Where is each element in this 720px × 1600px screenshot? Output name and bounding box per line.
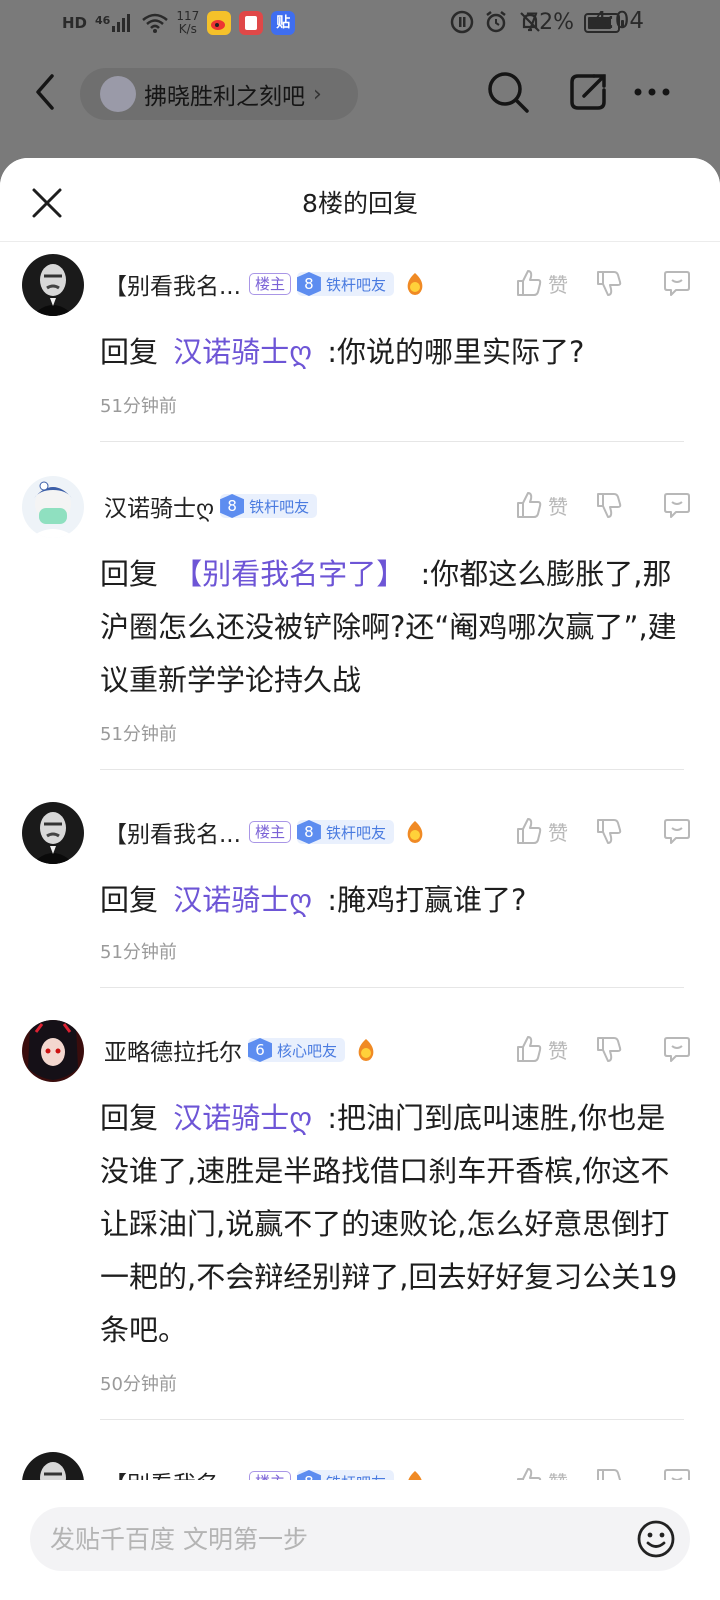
bottom-input-bar <box>0 1480 720 1600</box>
comment-bubble-icon[interactable] <box>662 816 692 846</box>
status-bar: HD 46 117 K/s 贴 72% 4:04 <box>0 0 720 48</box>
comment-body: 回复 汉诺骑士ღ :你说的哪里实际了? <box>100 326 684 379</box>
thumbs-down-icon[interactable] <box>594 268 624 298</box>
timestamp: 51分钟前 <box>100 724 177 745</box>
more-dots-icon[interactable] <box>628 68 676 116</box>
sheet-title: 8楼的回复 <box>302 189 418 218</box>
thumbs-up-icon <box>517 1036 542 1062</box>
level-badge: 8铁杆吧友 <box>296 272 394 296</box>
battery-percent: 72% <box>525 10 574 35</box>
top-nav: 拂晓胜利之刻吧 › <box>0 48 720 138</box>
avatar[interactable] <box>22 802 84 864</box>
thumbs-down-icon[interactable] <box>594 490 624 520</box>
notes-app-icon <box>239 11 264 35</box>
forum-chip[interactable]: 拂晓胜利之刻吧 › <box>80 68 358 120</box>
clock: 4:04 <box>592 8 644 34</box>
timestamp: 50分钟前 <box>100 1374 177 1395</box>
like-button[interactable]: 赞 <box>514 1034 594 1064</box>
network-type: HD <box>62 14 88 32</box>
signal-strength: 46 <box>95 14 134 32</box>
thumbs-down-icon[interactable] <box>594 816 624 846</box>
divider <box>100 987 684 988</box>
forum-avatar <box>100 76 136 112</box>
user-line: 亚略德拉托尔 6 核心吧友 <box>104 1030 379 1070</box>
weibo-app-icon <box>207 11 232 35</box>
comment-bubble-icon[interactable] <box>662 268 692 298</box>
timestamp: 51分钟前 <box>100 942 177 963</box>
level-badge: 8铁杆吧友 <box>296 820 394 844</box>
comment-bubble-icon[interactable] <box>662 490 692 520</box>
user-line: 【别看我名... 楼主 8铁杆吧友 <box>104 812 428 852</box>
mention-link[interactable]: 【别看我名字了】 <box>173 557 405 591</box>
user-line: 【别看我名... 楼主 8铁杆吧友 <box>104 264 428 304</box>
list-item: 亚略德拉托尔 6 核心吧友 赞 回复 汉诺骑士ღ :把油门到底叫速胜,你也是没谁了… <box>0 1008 720 1440</box>
thumbs-up-icon <box>517 818 542 844</box>
emoji-icon[interactable] <box>636 1519 676 1559</box>
comment-bubble-icon[interactable] <box>662 1034 692 1064</box>
username[interactable]: 亚略德拉托尔 <box>104 1033 242 1067</box>
back-arrow-icon[interactable] <box>28 70 60 114</box>
like-button[interactable]: 赞 <box>514 268 594 298</box>
list-item: 汉诺骑士ღ 8 铁杆吧友 赞 回复 【别看我名字了】 :你都这么膨胀了,那沪圈怎么… <box>0 466 720 790</box>
flame-medal-icon <box>407 273 423 295</box>
avatar[interactable] <box>22 254 84 316</box>
thumbs-down-icon[interactable] <box>594 1034 624 1064</box>
wifi-icon <box>142 13 169 33</box>
data-saver-icon <box>450 10 474 34</box>
divider <box>100 441 684 442</box>
mention-link[interactable]: 汉诺骑士ღ <box>173 335 312 369</box>
comment-body: 回复 汉诺骑士ღ :把油门到底叫速胜,你也是没谁了,速胜是半路找借口刹车开香槟,… <box>100 1092 684 1357</box>
alarm-icon <box>486 11 506 33</box>
username[interactable]: 汉诺骑士ღ <box>104 489 214 523</box>
reply-list[interactable]: 【别看我名... 楼主 8 铁杆吧友 赞 回复 汉诺骑士ღ :你说的哪里实际了? … <box>0 242 720 1600</box>
avatar[interactable] <box>22 476 84 538</box>
level-badge: 6 核心吧友 <box>248 1038 346 1062</box>
like-button[interactable]: 赞 <box>514 816 594 846</box>
comment-text: :把油门到底叫速胜,你也是没谁了,速胜是半路找借口刹车开香槟,你这不让踩油门,说… <box>100 1101 678 1347</box>
comment-input[interactable] <box>50 1507 610 1571</box>
tieba-app-icon: 贴 <box>271 11 296 35</box>
owner-badge: 楼主 <box>248 273 291 295</box>
status-left: HD 46 117 K/s 贴 <box>62 9 296 36</box>
flame-medal-icon <box>358 1039 374 1061</box>
search-icon[interactable] <box>484 68 532 116</box>
comment-actions: 赞 <box>514 1034 692 1064</box>
comment-body: 回复 【别看我名字了】 :你都这么膨胀了,那沪圈怎么还没被铲除啊?还“阉鸡哪次赢… <box>100 548 684 707</box>
sheet-header: 8楼的回复 <box>0 158 720 242</box>
username[interactable]: 【别看我名... <box>104 267 241 301</box>
mention-link[interactable]: 汉诺骑士ღ <box>173 1101 312 1135</box>
mention-link[interactable]: 汉诺骑士ღ <box>173 883 312 917</box>
chevron-right-icon: › <box>313 81 322 107</box>
comment-actions: 赞 <box>514 268 692 298</box>
reply-sheet: 8楼的回复 【别看我名... 楼主 8 铁杆吧友 赞 回复 汉诺骑士ღ:你说的… <box>0 158 720 1600</box>
thumbs-up-icon <box>517 270 542 296</box>
comment-body: 回复 汉诺骑士ღ :腌鸡打赢谁了? <box>100 874 684 927</box>
like-button[interactable]: 赞 <box>514 490 594 520</box>
comment-actions: 赞 <box>514 490 692 520</box>
reply-prefix: 回复 <box>100 557 159 591</box>
username[interactable]: 【别看我名... <box>104 815 241 849</box>
reply-prefix: 回复 <box>100 883 159 917</box>
comment-text: :腌鸡打赢谁了? <box>327 883 527 917</box>
user-line: 汉诺骑士ღ 8 铁杆吧友 <box>104 486 318 526</box>
comment-text: :你说的哪里实际了? <box>327 335 585 369</box>
list-item: 【别看我名... 楼主 8 铁杆吧友 赞 回复 汉诺骑士ღ :你说的哪里实际了? … <box>0 242 720 466</box>
avatar[interactable] <box>22 1020 84 1082</box>
flame-medal-icon <box>407 821 423 843</box>
thumbs-up-icon <box>517 492 542 518</box>
comment-input-box[interactable] <box>30 1507 690 1571</box>
reply-prefix: 回复 <box>100 335 159 369</box>
owner-badge: 楼主 <box>248 821 291 843</box>
signal-icon <box>112 14 131 32</box>
timestamp: 51分钟前 <box>100 396 177 417</box>
divider <box>100 769 684 770</box>
level-badge: 8铁杆吧友 <box>220 494 318 518</box>
divider <box>100 1419 684 1420</box>
comment-actions: 赞 <box>514 816 692 846</box>
reply-prefix: 回复 <box>100 1101 159 1135</box>
forum-name: 拂晓胜利之刻吧 <box>144 84 305 110</box>
share-icon[interactable] <box>564 68 612 116</box>
list-item: 【别看我名... 楼主 8 铁杆吧友 赞 回复 汉诺骑士ღ :腌鸡打赢谁了? 51… <box>0 790 720 1008</box>
net-speed: 117 K/s <box>176 9 200 36</box>
